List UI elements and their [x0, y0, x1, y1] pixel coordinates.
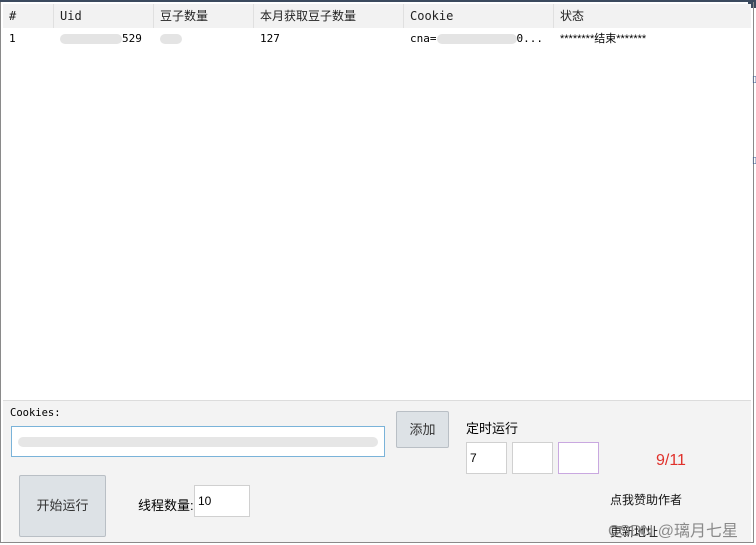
- cell-beans: [154, 28, 254, 50]
- schedule-second-input[interactable]: [558, 442, 599, 474]
- threads-input[interactable]: 10: [194, 485, 250, 517]
- redacted-blur: [60, 34, 122, 44]
- table-row[interactable]: 1 529 127 cna= 0... ********结束*******: [3, 28, 751, 50]
- watermark: CSDN @璃月七星: [608, 523, 739, 540]
- cell-cookie-tail: 0...: [516, 32, 544, 45]
- start-button[interactable]: 开始运行: [19, 475, 106, 537]
- column-header-monthly-beans[interactable]: 本月获取豆子数量: [254, 4, 404, 28]
- data-grid[interactable]: # Uid 豆子数量 本月获取豆子数量 Cookie 状态 1 529 127 …: [3, 4, 751, 400]
- cell-cookie: cna= 0...: [404, 28, 554, 50]
- schedule-hour-input[interactable]: 7: [466, 442, 507, 474]
- column-header-uid[interactable]: Uid: [54, 4, 154, 28]
- redacted-blur: [160, 34, 182, 45]
- sponsor-link[interactable]: 点我赞助作者: [610, 491, 682, 508]
- schedule-minute-input[interactable]: [512, 442, 553, 474]
- cell-monthly-beans: 127: [260, 32, 280, 45]
- redacted-blur: [18, 437, 378, 447]
- cell-uid-value: 529: [122, 32, 142, 45]
- schedule-label: 定时运行: [466, 421, 519, 436]
- redacted-blur: [436, 34, 517, 44]
- add-button[interactable]: 添加: [396, 411, 449, 448]
- column-header-cookie[interactable]: Cookie: [404, 4, 554, 28]
- column-header-beans[interactable]: 豆子数量: [154, 4, 254, 28]
- cookies-input[interactable]: [11, 426, 385, 457]
- cell-status: ********结束*******: [560, 33, 647, 45]
- cell-index: 1: [9, 32, 16, 45]
- cell-uid: 529: [54, 28, 154, 50]
- column-header-status[interactable]: 状态: [554, 4, 751, 28]
- progress-counter: 9/11: [656, 452, 686, 469]
- threads-label: 线程数量:: [138, 498, 194, 513]
- grid-header: # Uid 豆子数量 本月获取豆子数量 Cookie 状态: [3, 4, 751, 28]
- cookies-label: Cookies:: [10, 407, 61, 419]
- column-header-index[interactable]: #: [3, 4, 54, 28]
- cell-cookie-value: cna=: [410, 32, 437, 45]
- edge-marker: ▯: [752, 74, 756, 84]
- edge-marker: ▯: [752, 155, 756, 165]
